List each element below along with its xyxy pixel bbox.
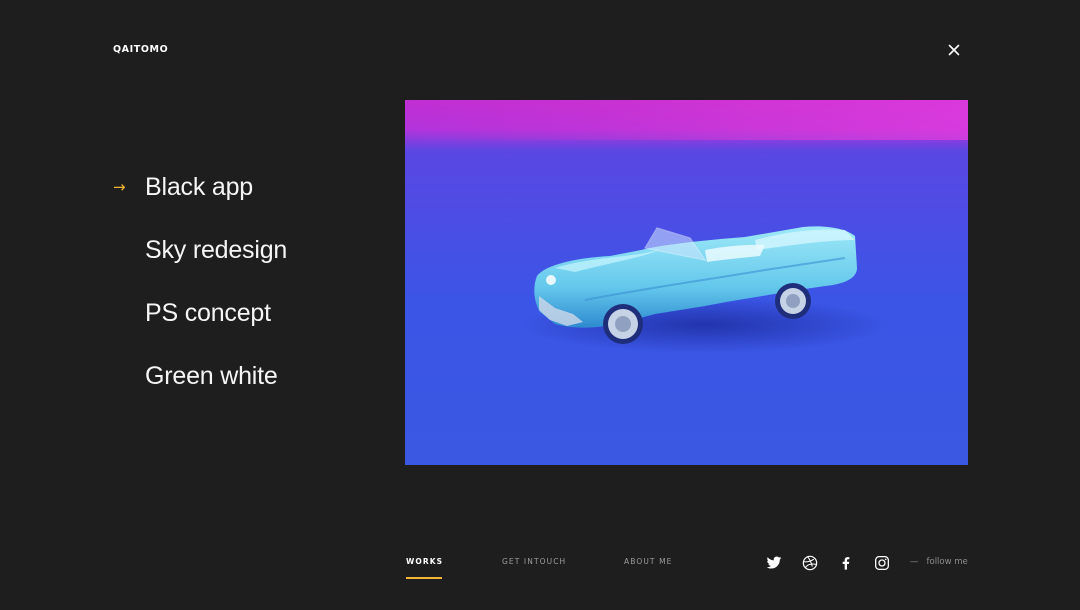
instagram-button[interactable]: [874, 555, 890, 571]
dash-divider: —: [910, 557, 919, 567]
nav-link-get-intouch[interactable]: GET INTOUCH: [502, 557, 566, 566]
menu-item-ps-concept[interactable]: PS concept: [113, 294, 287, 357]
nav-link-label: ABOUT ME: [624, 557, 673, 566]
toy-car-photo: [405, 100, 968, 465]
twitter-icon: [766, 556, 782, 569]
menu-item-label: Green white: [145, 362, 278, 390]
follow-text: follow me: [926, 557, 968, 567]
instagram-icon: [875, 556, 889, 570]
menu-item-green-white[interactable]: Green white: [113, 357, 287, 420]
facebook-button[interactable]: [838, 555, 854, 571]
nav-link-works[interactable]: WORKS: [406, 557, 444, 579]
menu-item-label: PS concept: [145, 299, 271, 327]
menu-item-label: Black app: [145, 173, 253, 201]
arrow-right-icon: →: [113, 178, 126, 196]
menu-item-sky-redesign[interactable]: Sky redesign: [113, 231, 287, 294]
dribbble-icon: [802, 555, 818, 571]
project-menu: → Black app Sky redesign PS concept Gree…: [113, 168, 287, 420]
dribbble-button[interactable]: [802, 555, 818, 571]
nav-link-label: GET INTOUCH: [502, 557, 567, 566]
nav-link-about-me[interactable]: ABOUT ME: [624, 557, 673, 566]
nav-link-label: WORKS: [406, 557, 444, 566]
close-icon: [948, 44, 960, 56]
close-button[interactable]: [944, 40, 964, 60]
menu-item-black-app[interactable]: → Black app: [113, 168, 287, 231]
facebook-icon: [842, 557, 850, 570]
logo[interactable]: QAITOMO: [113, 44, 168, 55]
twitter-button[interactable]: [766, 555, 782, 571]
menu-item-label: Sky redesign: [145, 236, 288, 264]
hero-image[interactable]: [405, 100, 968, 465]
active-underline: [406, 577, 442, 579]
follow-me-label: — follow me: [910, 557, 968, 567]
